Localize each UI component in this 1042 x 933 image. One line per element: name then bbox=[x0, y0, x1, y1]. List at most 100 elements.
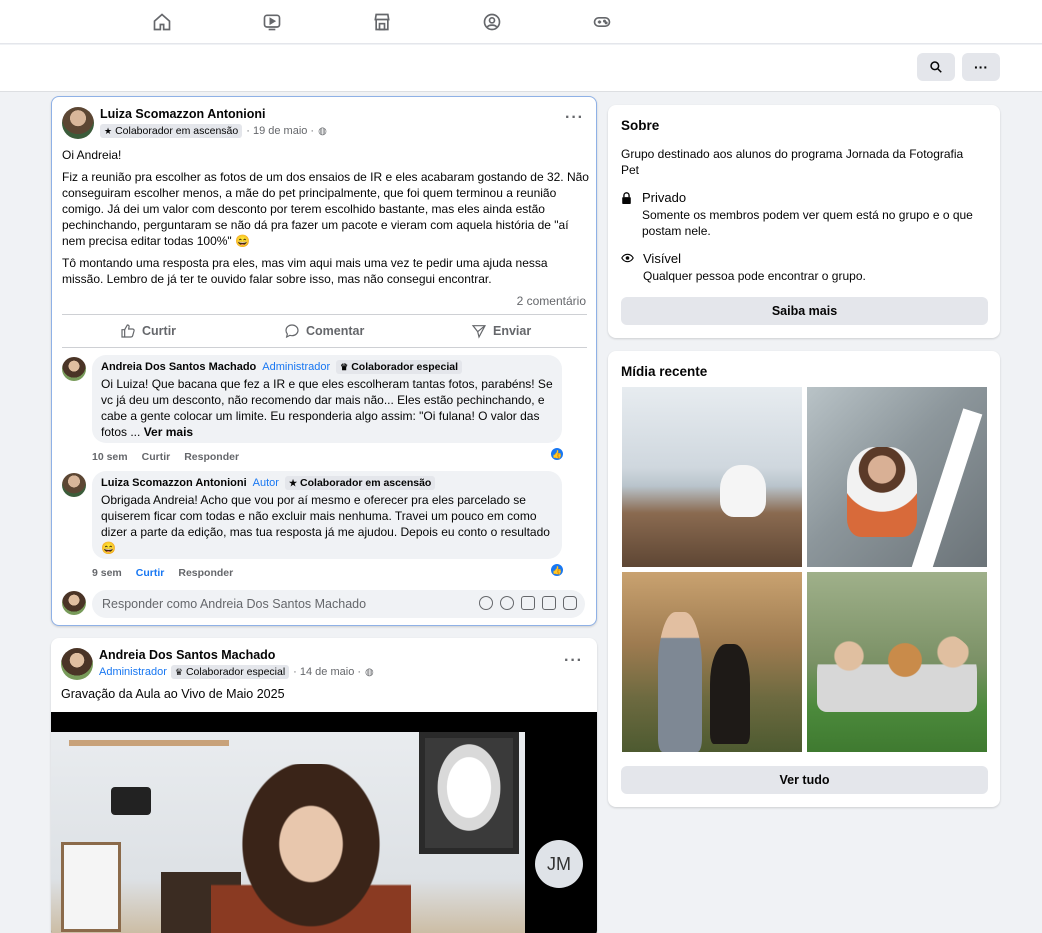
post-text: Oi Andreia! Fiz a reunião pra escolher a… bbox=[62, 147, 590, 293]
divider bbox=[62, 347, 587, 348]
eye-icon bbox=[621, 253, 634, 284]
marketplace-icon[interactable] bbox=[370, 10, 394, 34]
group-toolbar: ··· bbox=[0, 45, 1042, 92]
star-icon: ★ bbox=[288, 477, 298, 488]
send-label: Enviar bbox=[493, 324, 532, 338]
top-navigation bbox=[0, 0, 1042, 44]
post-paragraph: Oi Andreia! bbox=[62, 148, 122, 162]
like-reaction-icon[interactable]: 👍 bbox=[550, 447, 564, 461]
like-button[interactable]: Curtir bbox=[120, 323, 176, 339]
visibility-row: Visível Qualquer pessoa pode encontrar o… bbox=[621, 251, 991, 284]
post-author[interactable]: Luiza Scomazzon Antonioni bbox=[100, 107, 266, 121]
post-date[interactable]: · 19 de maio · bbox=[246, 125, 314, 137]
post-author[interactable]: Andreia Dos Santos Machado bbox=[99, 648, 275, 662]
post-meta: ★ Colaborador em ascensão · 19 de maio · … bbox=[100, 124, 327, 138]
thumbs-up-icon bbox=[121, 324, 135, 338]
recent-media-card: Mídia recente Ver tudo bbox=[608, 351, 1000, 807]
avatar[interactable] bbox=[62, 591, 86, 615]
divider bbox=[62, 314, 587, 315]
like-label: Curtir bbox=[142, 324, 177, 338]
camera-icon[interactable] bbox=[521, 596, 535, 610]
gaming-icon[interactable] bbox=[590, 10, 614, 34]
camera-decor bbox=[111, 787, 151, 815]
role-label: Administrador bbox=[99, 666, 167, 678]
video-player[interactable]: JM bbox=[51, 712, 597, 933]
media-thumbnail[interactable] bbox=[807, 572, 987, 752]
badge-label: Colaborador especial bbox=[185, 666, 286, 678]
see-more-link[interactable]: Ver mais bbox=[144, 425, 193, 439]
more-options-button[interactable]: ··· bbox=[962, 53, 1000, 81]
see-all-button[interactable]: Ver tudo bbox=[621, 766, 988, 794]
media-thumbnail[interactable] bbox=[807, 387, 987, 567]
reply-placeholder: Responder como Andreia Dos Santos Machad… bbox=[102, 597, 367, 611]
contributor-badge: ★ Colaborador em ascensão bbox=[100, 124, 243, 138]
reply-input[interactable]: Responder como Andreia Dos Santos Machad… bbox=[92, 590, 585, 618]
avatar[interactable] bbox=[62, 107, 94, 139]
globe-icon: ◍ bbox=[318, 125, 327, 137]
search-icon bbox=[930, 61, 942, 73]
shelf bbox=[69, 740, 229, 746]
privacy-title: Privado bbox=[642, 190, 687, 205]
comment-count[interactable]: 2 comentário bbox=[517, 294, 586, 308]
avatar[interactable] bbox=[61, 648, 93, 680]
comment-bubble: Andreia Dos Santos Machado Administrador… bbox=[92, 355, 562, 443]
privacy-row: Privado Somente os membros podem ver que… bbox=[621, 190, 991, 239]
photo-frame bbox=[61, 842, 121, 932]
presenter bbox=[211, 764, 411, 933]
star-icon: ★ bbox=[104, 125, 113, 136]
post-options-button[interactable]: ··· bbox=[564, 652, 583, 670]
comment-text: Oi Luiza! Que bacana que fez a IR e que … bbox=[101, 376, 553, 440]
badge-label: Colaborador em ascensão bbox=[300, 477, 432, 489]
like-reaction-icon[interactable]: 👍 bbox=[550, 563, 564, 577]
group-description: Grupo destinado aos alunos do programa J… bbox=[621, 147, 964, 177]
post-paragraph: Fiz a reunião pra escolher as fotos de u… bbox=[62, 170, 589, 248]
comment-like-button[interactable]: Curtir bbox=[136, 567, 165, 579]
post-date[interactable]: · 14 de maio · bbox=[293, 666, 361, 678]
role-label: Administrador bbox=[262, 361, 331, 373]
comment-author[interactable]: Andreia Dos Santos Machado bbox=[101, 361, 256, 373]
comment-reply-button[interactable]: Responder bbox=[178, 567, 233, 579]
video-icon[interactable] bbox=[260, 10, 284, 34]
video-frame bbox=[51, 732, 525, 933]
privacy-description: Somente os membros podem ver quem está n… bbox=[642, 208, 973, 238]
contributor-badge: ★ Colaborador em ascensão bbox=[284, 476, 436, 490]
trophy-icon: ♛ bbox=[174, 666, 183, 677]
comment-button[interactable]: Comentar bbox=[284, 323, 364, 339]
comment-author[interactable]: Luiza Scomazzon Antonioni bbox=[101, 477, 247, 489]
gif-icon[interactable] bbox=[542, 596, 556, 610]
emoji-icon[interactable] bbox=[500, 596, 514, 610]
avatar[interactable] bbox=[62, 473, 86, 497]
comment-label: Comentar bbox=[306, 324, 365, 338]
post-text: Gravação da Aula ao Vivo de Maio 2025 bbox=[61, 687, 285, 701]
media-title: Mídia recente bbox=[621, 364, 708, 379]
comment-reply-button[interactable]: Responder bbox=[184, 451, 239, 463]
badge-label: Colaborador em ascensão bbox=[115, 125, 239, 137]
post-paragraph: Tô montando uma resposta pra eles, mas v… bbox=[62, 256, 548, 286]
home-icon[interactable] bbox=[150, 10, 174, 34]
post-card: Luiza Scomazzon Antonioni ★ Colaborador e… bbox=[51, 96, 597, 626]
comment-like-button[interactable]: Curtir bbox=[142, 451, 171, 463]
media-thumbnail[interactable] bbox=[622, 572, 802, 752]
send-button[interactable]: Enviar bbox=[471, 323, 531, 339]
about-title: Sobre bbox=[621, 118, 660, 133]
search-button[interactable] bbox=[917, 53, 955, 81]
trophy-icon: ♛ bbox=[340, 361, 349, 372]
role-label: Autor bbox=[252, 477, 279, 489]
post-options-button[interactable]: ··· bbox=[565, 109, 584, 127]
comment-time[interactable]: 10 sem bbox=[92, 451, 128, 463]
lock-icon bbox=[621, 192, 632, 239]
comment-time[interactable]: 9 sem bbox=[92, 567, 122, 579]
send-icon bbox=[471, 325, 486, 339]
avatar-sticker-icon[interactable] bbox=[479, 596, 493, 610]
badge-label: Colaborador especial bbox=[351, 361, 458, 373]
sticker-icon[interactable] bbox=[563, 596, 577, 610]
groups-icon[interactable] bbox=[480, 10, 504, 34]
contributor-badge: ♛ Colaborador especial bbox=[336, 360, 462, 374]
post-card: Andreia Dos Santos Machado Administrador… bbox=[51, 638, 597, 933]
comment-icon bbox=[285, 324, 299, 339]
learn-more-button[interactable]: Saiba mais bbox=[621, 297, 988, 325]
avatar[interactable] bbox=[62, 357, 86, 381]
media-thumbnail[interactable] bbox=[622, 387, 802, 567]
comment-actions: 9 sem Curtir Responder bbox=[92, 567, 233, 579]
ellipsis-icon: ··· bbox=[974, 59, 988, 75]
